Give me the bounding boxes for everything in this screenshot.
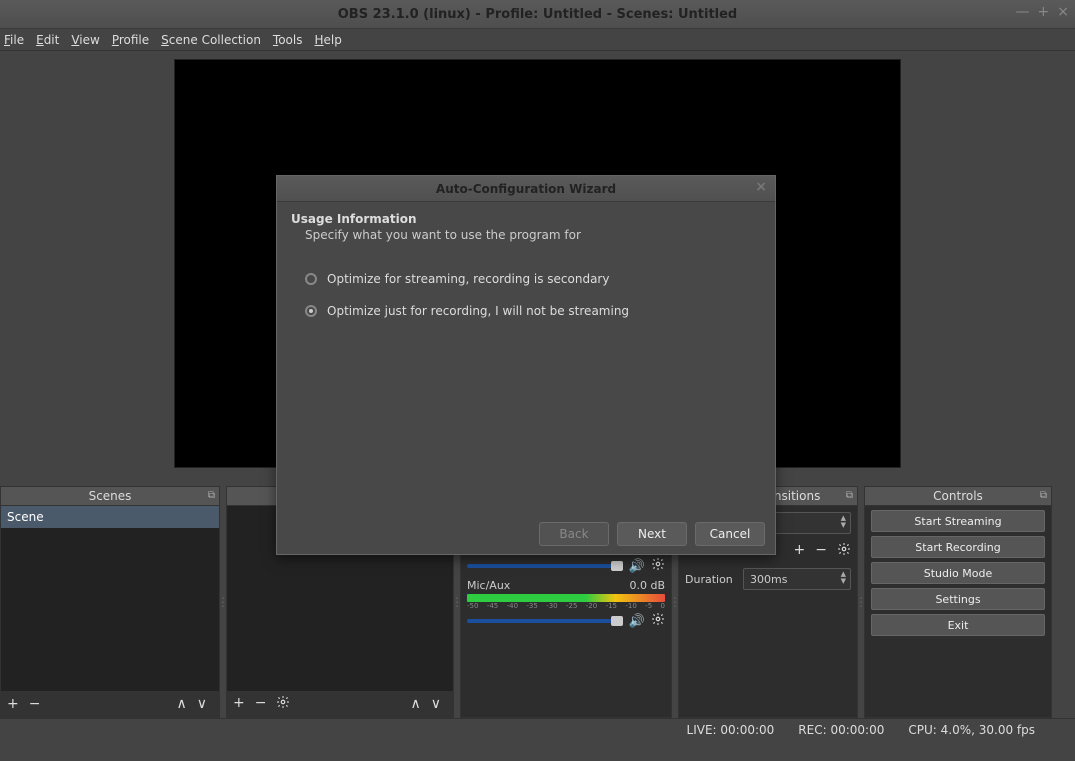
option-label: Optimize for streaming, recording is sec… <box>327 272 609 286</box>
add-icon[interactable]: + <box>7 696 19 712</box>
channel-name: Mic/Aux <box>467 579 510 592</box>
volume-slider[interactable] <box>467 619 623 623</box>
menu-profile[interactable]: Profile <box>112 33 149 47</box>
studio-mode-button[interactable]: Studio Mode <box>871 562 1045 584</box>
status-cpu: CPU: 4.0%, 30.00 fps <box>908 723 1035 737</box>
status-live: LIVE: 00:00:00 <box>687 723 775 737</box>
add-icon[interactable]: + <box>233 695 245 713</box>
scenes-header: Scenes ⧉ <box>0 486 220 506</box>
gear-icon[interactable] <box>276 695 290 713</box>
menu-file[interactable]: File <box>4 33 24 47</box>
window-title: OBS 23.1.0 (linux) - Profile: Untitled -… <box>338 7 738 22</box>
remove-icon[interactable]: − <box>29 696 41 712</box>
maximize-icon[interactable]: + <box>1038 4 1050 20</box>
scenes-toolbar: + − ∧ ∨ <box>1 691 219 717</box>
option-streaming[interactable]: Optimize for streaming, recording is sec… <box>305 272 761 286</box>
remove-icon[interactable]: − <box>815 542 827 560</box>
volume-slider[interactable] <box>467 564 623 568</box>
chevron-updown-icon: ▲▼ <box>841 571 846 585</box>
chevron-updown-icon: ▲▼ <box>841 515 846 529</box>
menu-help[interactable]: Help <box>315 33 342 47</box>
statusbar: LIVE: 00:00:00 REC: 00:00:00 CPU: 4.0%, … <box>0 718 1075 740</box>
dialog-titlebar: Auto-Configuration Wizard × <box>277 176 775 202</box>
menu-edit[interactable]: Edit <box>36 33 59 47</box>
scenes-dock: Scenes ⧉ Scene + − ∧ ∨ <box>0 486 220 718</box>
gear-icon[interactable] <box>651 612 665 630</box>
speaker-icon[interactable]: 🔊 <box>629 559 645 574</box>
move-down-icon[interactable]: ∨ <box>197 696 207 712</box>
gear-icon[interactable] <box>837 542 851 560</box>
speaker-icon[interactable]: 🔊 <box>629 614 645 629</box>
remove-icon[interactable]: − <box>255 695 267 713</box>
menu-scene-collection[interactable]: Scene Collection <box>161 33 261 47</box>
move-down-icon[interactable]: ∨ <box>431 696 441 712</box>
popout-icon[interactable]: ⧉ <box>208 490 215 501</box>
sources-toolbar: + − ∧ ∨ <box>227 691 453 717</box>
back-button: Back <box>539 522 609 546</box>
menu-view[interactable]: View <box>71 33 99 47</box>
move-up-icon[interactable]: ∧ <box>177 696 187 712</box>
close-icon[interactable]: × <box>755 179 767 195</box>
gear-icon[interactable] <box>651 557 665 575</box>
vu-meter <box>467 594 665 602</box>
controls-dock: Controls ⧉ Start Streaming Start Recordi… <box>864 486 1052 718</box>
menu-tools[interactable]: Tools <box>273 33 303 47</box>
option-label: Optimize just for recording, I will not … <box>327 304 629 318</box>
settings-button[interactable]: Settings <box>871 588 1045 610</box>
add-icon[interactable]: + <box>794 542 806 560</box>
radio-icon <box>305 305 317 317</box>
next-button[interactable]: Next <box>617 522 687 546</box>
exit-button[interactable]: Exit <box>871 614 1045 636</box>
duration-spinner[interactable]: 300ms ▲▼ <box>743 568 851 590</box>
list-item[interactable]: Scene <box>1 506 219 528</box>
close-icon[interactable]: × <box>1057 4 1069 20</box>
radio-icon <box>305 273 317 285</box>
duration-value: 300ms <box>750 573 787 586</box>
dialog-subheading: Specify what you want to use the program… <box>305 228 761 242</box>
status-rec: REC: 00:00:00 <box>798 723 884 737</box>
controls-header: Controls ⧉ <box>864 486 1052 506</box>
duration-label: Duration <box>685 573 735 586</box>
scenes-title: Scenes <box>89 489 132 503</box>
option-recording[interactable]: Optimize just for recording, I will not … <box>305 304 761 318</box>
popout-icon[interactable]: ⧉ <box>846 490 853 501</box>
dialog-buttons: Back Next Cancel <box>277 514 775 554</box>
start-recording-button[interactable]: Start Recording <box>871 536 1045 558</box>
mixer-channel: Mic/Aux 0.0 dB -50-45-40-35-30-25-20-15-… <box>467 579 665 630</box>
menubar: File Edit View Profile Scene Collection … <box>0 29 1075 51</box>
channel-db: 0.0 dB <box>629 579 665 592</box>
auto-config-wizard-dialog: Auto-Configuration Wizard × Usage Inform… <box>276 175 776 555</box>
minimize-icon[interactable]: — <box>1016 4 1030 20</box>
move-up-icon[interactable]: ∧ <box>411 696 421 712</box>
dialog-title: Auto-Configuration Wizard <box>436 182 616 196</box>
controls-title: Controls <box>933 489 983 503</box>
vu-ticks: -50-45-40-35-30-25-20-15-10-50 <box>467 602 665 610</box>
scenes-list[interactable]: Scene <box>1 506 219 691</box>
titlebar: OBS 23.1.0 (linux) - Profile: Untitled -… <box>0 0 1075 29</box>
dialog-heading: Usage Information <box>291 212 761 226</box>
popout-icon[interactable]: ⧉ <box>1040 490 1047 501</box>
cancel-button[interactable]: Cancel <box>695 522 765 546</box>
start-streaming-button[interactable]: Start Streaming <box>871 510 1045 532</box>
